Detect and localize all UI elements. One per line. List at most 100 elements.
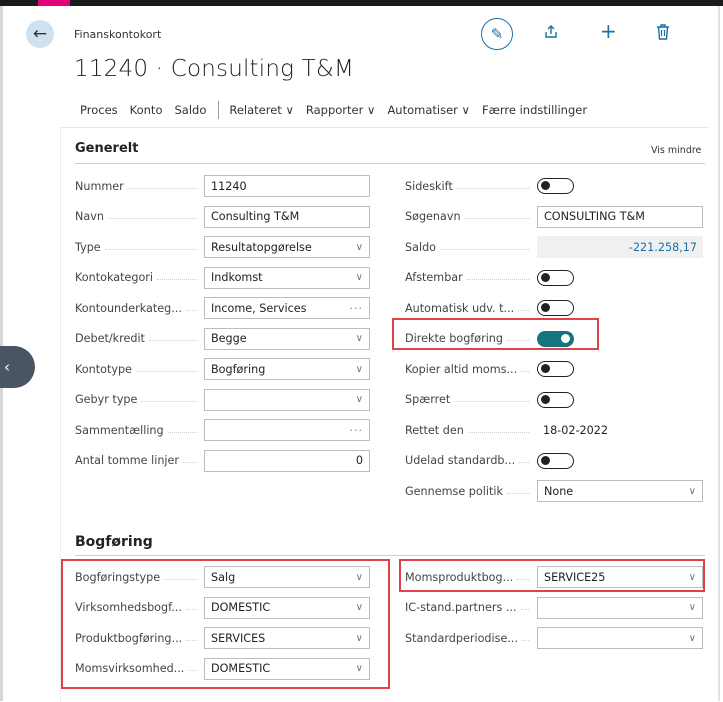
share-icon[interactable] [543,24,559,44]
field-label-text: Rettet den [405,423,464,437]
chevron-down-icon[interactable]: ∨ [689,486,696,497]
top-bar [0,0,723,6]
debet-kredit-field[interactable]: Begge ∨ [204,327,370,350]
field-label-text: Sammentælling [75,423,164,437]
spærret-toggle[interactable] [537,391,574,408]
field-label: Sideskift [405,178,533,194]
afstembar-toggle[interactable] [537,269,574,286]
field-value: CONSULTING T&M [544,210,645,223]
menu-automatiser[interactable]: Automatiser ∨ [387,103,470,117]
field-value: 11240 [211,179,247,193]
field-value: None [544,484,574,498]
label-leader-dots [104,248,197,250]
action-saldo[interactable]: Saldo [174,103,206,117]
label-leader-dots [506,492,529,494]
plus-icon[interactable]: + [600,21,617,41]
label-leader-dots [141,400,197,402]
field-label-text: Gebyr type [75,393,138,406]
field-value: Bogføring [211,362,266,376]
brand-accent [38,0,70,6]
standardperiodise-field[interactable]: ∨ [537,627,703,649]
sideskift-toggle[interactable] [537,178,574,194]
page-title: 11240 · Consulting T&M [74,56,355,82]
menu-rapporter[interactable]: Rapporter ∨ [306,103,376,117]
chevron-down-icon[interactable]: ∨ [356,333,363,344]
chevron-down-icon[interactable]: ∨ [356,394,363,405]
label-leader-dots [135,370,197,372]
toggle-knob [541,364,550,373]
automatisk-udv-t-toggle[interactable] [537,300,574,316]
field-label: Antal tomme linjer [75,453,201,469]
field-label-text: Kontounderkateg... [75,301,182,315]
field-value: 0 [355,454,363,467]
ellipsis-icon[interactable]: ··· [350,424,364,437]
field-label: Automatisk udv. t... [405,300,533,316]
chevron-left-icon[interactable]: ‹ [0,346,35,388]
menu-relateret[interactable]: Relateret ∨ [229,103,294,117]
show-less-link[interactable]: Vis mindre [651,145,701,156]
chevron-down-icon[interactable]: ∨ [356,364,363,375]
navn-field[interactable]: Consulting T&M [204,205,370,228]
label-leader-dots [127,187,197,189]
ic-stand-partners-field[interactable]: ∨ [537,596,703,619]
ellipsis-icon[interactable]: ··· [350,302,364,315]
field-label-text: Kontotype [75,362,132,376]
toggle-knob [541,394,550,404]
section-bogforing-title[interactable]: Bogføring [75,534,153,550]
field-label-text: Afstembar [405,271,463,284]
field-label: Kopier altid moms... [405,361,533,377]
field-label-text: IC-stand.partners ... [405,601,517,614]
right-border [718,6,720,701]
action-separator [218,101,220,119]
chevron-down-icon[interactable]: ∨ [689,602,696,613]
pencil-icon[interactable]: ✎ [481,18,513,50]
gennemse-politik-field[interactable]: None ∨ [537,480,703,502]
kopier-altid-moms-toggle[interactable] [537,361,574,377]
antal-tomme-linjer-field[interactable]: 0 [204,449,370,472]
highlight-bogforing-left [61,559,390,689]
field-label: Kontokategori [75,270,201,286]
toggle-knob [541,181,550,190]
kontokategori-field[interactable]: Indkomst ∨ [204,266,370,289]
chevron-down-icon[interactable]: ∨ [689,633,696,644]
field-label-text: Standardperiodise... [405,631,519,645]
action-konto[interactable]: Konto [130,103,163,117]
saldo-field: -221.258,17 [537,236,703,258]
back-arrow-icon[interactable]: ← [26,20,54,48]
field-label-text: Type [75,240,101,254]
field-value: Consulting T&M [211,210,300,223]
udelad-standardb-toggle[interactable] [537,452,574,469]
action-bar: Proces Konto Saldo Relateret ∨ Rapporter… [60,94,705,126]
field-label: Udelad standardb... [405,453,533,469]
action-proces[interactable]: Proces [80,103,118,117]
section-divider [75,163,705,164]
søgenavn-field[interactable]: CONSULTING T&M [537,205,703,228]
gebyr-type-field[interactable]: ∨ [204,388,370,411]
chevron-down-icon[interactable]: ∨ [356,272,363,283]
fewer-options-button[interactable]: Færre indstillinger [482,103,587,117]
label-leader-dots [466,278,529,280]
field-label-text: Automatisk udv. t... [405,301,515,315]
trash-icon[interactable] [656,24,670,44]
kontounderkateg-field[interactable]: Income, Services ··· [204,297,370,319]
toggle-knob [541,455,550,465]
section-generelt-title[interactable]: Generelt [75,141,138,156]
sammentælling-field[interactable]: ··· [204,419,370,441]
nummer-field[interactable]: 11240 [204,175,370,197]
label-leader-dots [519,461,529,463]
field-label-text: Kopier altid moms... [405,362,518,376]
label-leader-dots [518,309,529,311]
kontotype-field[interactable]: Bogføring ∨ [204,358,370,380]
field-label: Gennemse politik [405,483,533,499]
field-value: 18-02-2022 [543,423,609,437]
chevron-down-icon[interactable]: ∨ [356,242,363,253]
highlight-momsproduktbogforing [399,559,705,592]
field-label: Gebyr type [75,392,201,408]
field-label: Type [75,239,201,255]
field-label: Nummer [75,178,201,194]
field-label-text: Søgenavn [405,210,461,223]
section-divider [75,555,705,556]
field-label: Standardperiodise... [405,630,533,646]
type-field[interactable]: Resultatopgørelse ∨ [204,236,370,258]
label-leader-dots [520,608,529,610]
